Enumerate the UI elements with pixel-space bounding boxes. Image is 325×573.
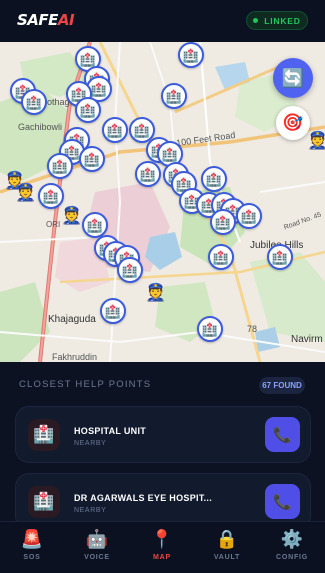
target-icon: 🎯 bbox=[282, 113, 304, 132]
phone-icon: 📞 bbox=[273, 426, 292, 444]
hospital-marker[interactable]: 🏥 bbox=[236, 203, 262, 229]
hospital-marker[interactable]: 🏥 bbox=[197, 316, 223, 342]
hospital-marker[interactable]: 🏥 bbox=[102, 117, 128, 143]
hospital-marker[interactable]: 🏥 bbox=[47, 153, 73, 179]
nav-label-sos: SOS bbox=[23, 554, 41, 561]
hospital-marker[interactable]: 🏥 bbox=[38, 183, 64, 209]
logo-main: SAFE bbox=[17, 11, 58, 29]
hospital-marker[interactable]: 🏥 bbox=[267, 244, 293, 270]
hospital-marker[interactable]: 🏥 bbox=[208, 244, 234, 270]
map-label-gachibowli: Gachibowli bbox=[18, 122, 63, 132]
pin-icon: 📍 bbox=[150, 529, 174, 549]
hospital-marker[interactable]: 🏥 bbox=[75, 97, 101, 123]
hospital-marker[interactable]: 🏥 bbox=[21, 89, 47, 115]
map-label-khajaguda: Khajaguda bbox=[48, 314, 96, 325]
gear-icon: ⚙️ bbox=[280, 529, 304, 549]
nav-item-vault[interactable]: 🔒 VAULT bbox=[197, 528, 257, 570]
help-points-header: CLOSEST HELP POINTS 67 FOUND bbox=[0, 362, 325, 406]
app-header: SAFEAI LINKED bbox=[0, 0, 325, 42]
siren-icon: 🚨 bbox=[20, 529, 44, 549]
hospital-marker[interactable]: 🏥 bbox=[82, 212, 108, 238]
lock-icon: 🔒 bbox=[215, 529, 239, 549]
hospital-marker[interactable]: 🏥 bbox=[79, 146, 105, 172]
refresh-icon: 🔄 bbox=[281, 67, 305, 88]
help-point-distance: NEARBY bbox=[74, 440, 107, 447]
phone-icon: 📞 bbox=[273, 493, 292, 511]
hospital-icon: 🏥 bbox=[28, 419, 60, 451]
hospital-marker[interactable]: 🏥 bbox=[117, 257, 143, 283]
nav-label-voice: VOICE bbox=[84, 554, 110, 561]
hospital-marker[interactable]: 🏥 bbox=[161, 83, 187, 109]
map-label-ora: ORI bbox=[46, 220, 61, 229]
app-logo: SAFEAI bbox=[17, 11, 75, 29]
police-marker[interactable]: 👮 bbox=[307, 129, 325, 151]
refresh-button[interactable]: 🔄 bbox=[273, 58, 313, 98]
help-point-distance: NEARBY bbox=[74, 507, 107, 514]
hospital-marker[interactable]: 🏥 bbox=[201, 166, 227, 192]
hospital-marker[interactable]: 🏥 bbox=[210, 209, 236, 235]
nav-item-sos[interactable]: 🚨 SOS bbox=[2, 528, 62, 570]
nav-item-config[interactable]: ⚙️ CONFIG bbox=[262, 528, 322, 570]
locate-me-button[interactable]: 🎯 bbox=[276, 106, 310, 140]
linked-status-label: LINKED bbox=[264, 15, 301, 26]
logo-accent: AI bbox=[57, 11, 75, 29]
linked-status-badge: LINKED bbox=[246, 11, 308, 30]
bottom-nav: 🚨 SOS 🤖 VOICE 📍 MAP 🔒 VAULT ⚙️ CONFIG bbox=[0, 521, 325, 573]
found-count-badge: 67 FOUND bbox=[259, 377, 305, 394]
nav-label-map: MAP bbox=[153, 554, 171, 561]
police-marker[interactable]: 👮 bbox=[145, 281, 167, 303]
call-button[interactable]: 📞 bbox=[265, 417, 300, 452]
robot-icon: 🤖 bbox=[85, 529, 109, 549]
help-point-name: HOSPITAL UNIT bbox=[74, 426, 147, 436]
map-label-navirm: Navirm bbox=[291, 334, 323, 345]
hospital-marker[interactable]: 🏥 bbox=[100, 298, 126, 324]
nav-label-config: CONFIG bbox=[275, 554, 309, 561]
help-point-name: DR AGARWALS EYE HOSPIT... bbox=[74, 493, 213, 503]
hospital-icon: 🏥 bbox=[28, 486, 60, 518]
hospital-marker[interactable]: 🏥 bbox=[178, 42, 204, 68]
status-dot-icon bbox=[253, 18, 259, 23]
hospital-marker[interactable]: 🏥 bbox=[135, 161, 161, 187]
help-points-title: CLOSEST HELP POINTS bbox=[19, 379, 152, 390]
police-marker[interactable]: 👮 bbox=[61, 204, 83, 226]
police-marker[interactable]: 👮 bbox=[15, 181, 37, 203]
map-label-road-78: 78 bbox=[247, 324, 258, 334]
map-label-fakhruddin: Fakhruddin bbox=[52, 352, 98, 362]
app-root: SAFEAI LINKED Gachibowli othag 100 Feet … bbox=[0, 0, 325, 573]
nav-label-vault: VAULT bbox=[213, 554, 241, 561]
nav-item-voice[interactable]: 🤖 VOICE bbox=[67, 528, 127, 570]
map-view[interactable]: Gachibowli othag 100 Feet Road Jubilee H… bbox=[0, 42, 325, 362]
nav-item-map[interactable]: 📍 MAP bbox=[132, 528, 192, 570]
help-point-card[interactable]: 🏥 HOSPITAL UNIT NEARBY 📞 bbox=[15, 406, 311, 463]
call-button[interactable]: 📞 bbox=[265, 484, 300, 519]
